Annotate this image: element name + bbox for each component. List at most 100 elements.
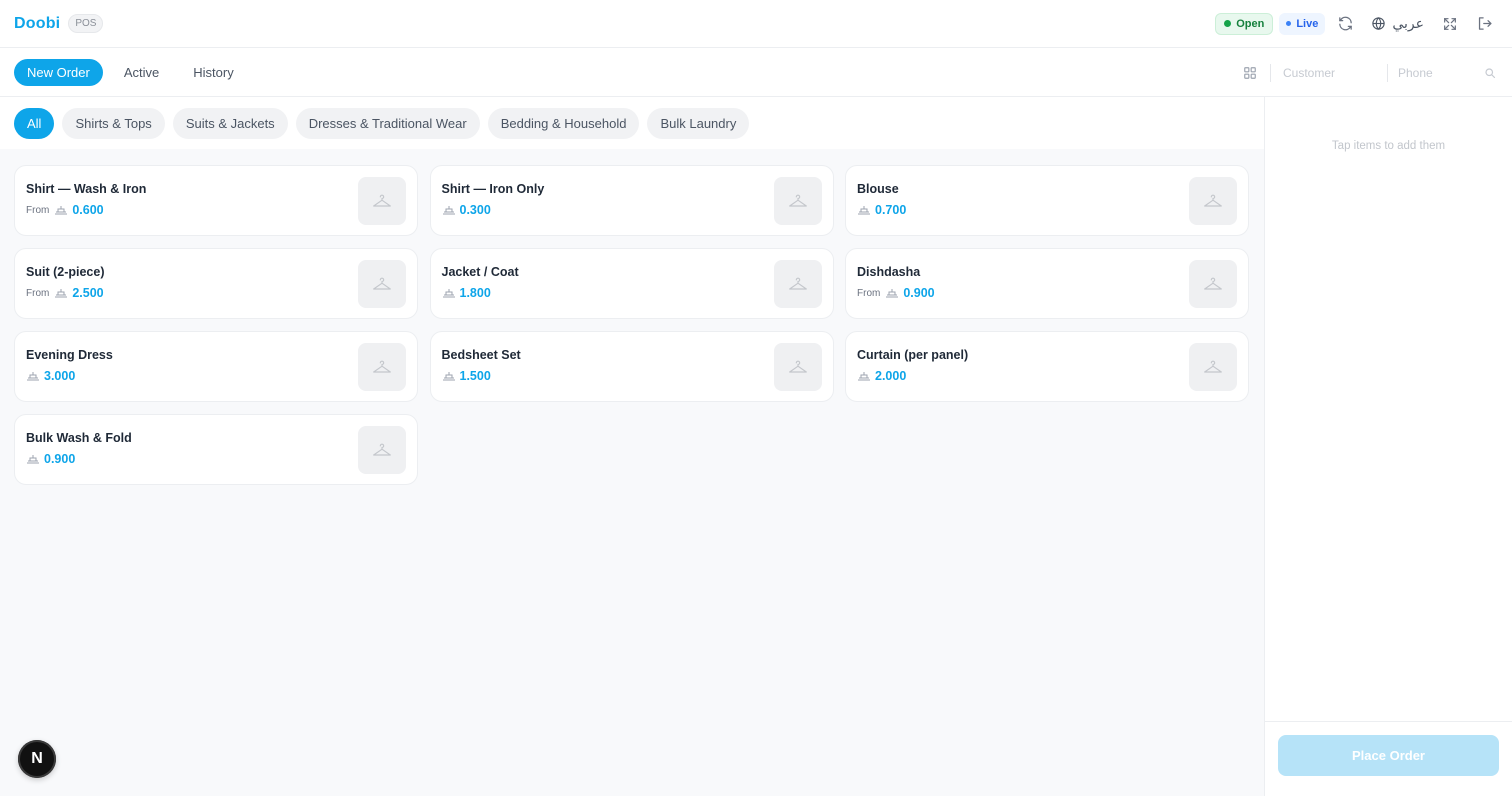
hanger-icon (788, 277, 807, 290)
item-name: Shirt — Iron Only (441, 182, 545, 196)
fullscreen-button[interactable] (1436, 10, 1464, 38)
open-dot-icon (1224, 20, 1232, 27)
price-from-label: From (857, 287, 881, 299)
customer-input[interactable] (1277, 59, 1381, 86)
item-card[interactable]: Blouse 0.700 (845, 165, 1249, 236)
logout-icon (1478, 17, 1492, 30)
currency-icon (26, 371, 40, 381)
phone-input[interactable] (1394, 59, 1484, 86)
refresh-button[interactable] (1331, 10, 1359, 38)
tab-history[interactable]: History (180, 59, 246, 86)
divider (1387, 63, 1388, 82)
item-price: 0.600 (72, 203, 104, 217)
hanger-icon (373, 194, 391, 207)
item-name: Suit (2-piece) (26, 265, 105, 279)
category-chip-shirts-tops[interactable]: Shirts & Tops (62, 107, 165, 139)
divider (1270, 63, 1271, 82)
fullscreen-icon (1444, 17, 1456, 30)
tabs-bar: New Order Active History (0, 48, 1512, 97)
category-chip-bulk-laundry[interactable]: Bulk Laundry (647, 107, 750, 139)
hanger-icon (788, 194, 807, 207)
item-card[interactable]: Shirt — Iron Only 0.300 (429, 165, 834, 236)
currency-icon (442, 288, 456, 298)
item-thumbnail (1189, 343, 1237, 391)
item-card[interactable]: Evening Dress 3.000 (14, 331, 418, 402)
price-from-label: From (26, 287, 50, 299)
logout-button[interactable] (1470, 10, 1498, 38)
item-card[interactable]: Bulk Wash & Fold 0.900 (14, 414, 418, 485)
item-thumbnail (358, 260, 406, 308)
currency-icon (857, 205, 871, 215)
items-grid: Shirt — Wash & Iron From 0.600 Shirt — I… (14, 165, 1249, 485)
currency-icon (54, 205, 68, 215)
currency-icon (442, 205, 456, 215)
item-card[interactable]: Bedsheet Set 1.500 (429, 331, 834, 402)
category-chip-suits-jackets[interactable]: Suits & Jackets (172, 107, 288, 139)
item-price-row: From 0.900 (857, 286, 935, 300)
item-price-row: 0.700 (857, 203, 906, 217)
item-price-row: 0.900 (26, 452, 75, 466)
tab-new-order[interactable]: New Order (14, 58, 103, 86)
item-price: 0.700 (875, 203, 907, 217)
tab-active[interactable]: Active (111, 59, 172, 86)
item-thumbnail (773, 260, 822, 308)
globe-icon (1372, 17, 1386, 30)
hanger-icon (373, 443, 391, 456)
hanger-icon (1204, 360, 1222, 373)
currency-icon (857, 371, 871, 381)
item-name: Jacket / Coat (441, 265, 519, 279)
currency-icon (54, 288, 68, 298)
item-card[interactable]: Dishdasha From 0.900 (845, 248, 1249, 319)
hanger-icon (373, 360, 391, 373)
item-name: Blouse (857, 182, 899, 196)
hanger-icon (1204, 194, 1222, 207)
item-name: Bulk Wash & Fold (26, 431, 132, 445)
item-card[interactable]: Curtain (per panel) 2.000 (845, 331, 1249, 402)
item-thumbnail (773, 343, 822, 391)
category-chip-dresses-traditional[interactable]: Dresses & Traditional Wear (295, 107, 480, 139)
item-card[interactable]: Shirt — Wash & Iron From 0.600 (14, 165, 418, 236)
item-price: 2.000 (875, 369, 907, 383)
item-price: 0.300 (459, 203, 491, 217)
open-status-badge: Open (1215, 12, 1274, 35)
item-price: 1.500 (459, 369, 491, 383)
hanger-icon (373, 277, 391, 290)
currency-icon (885, 288, 899, 298)
item-card[interactable]: Jacket / Coat 1.800 (429, 248, 834, 319)
item-thumbnail (1189, 260, 1237, 308)
category-filter-bar: All Shirts & Tops Suits & Jackets Dresse… (0, 97, 1264, 149)
item-thumbnail (1189, 177, 1237, 225)
category-chip-bedding-household[interactable]: Bedding & Household (487, 107, 640, 139)
currency-icon (26, 454, 40, 464)
item-thumbnail (358, 343, 406, 391)
item-price-row: 1.500 (442, 369, 491, 383)
refresh-icon (1339, 16, 1352, 31)
item-thumbnail (358, 426, 406, 474)
header-actions: Open Live عربي (1215, 10, 1498, 38)
currency-icon (442, 371, 456, 381)
item-card[interactable]: Suit (2-piece) From 2.500 (14, 248, 418, 319)
grid-view-button[interactable] (1236, 59, 1264, 87)
search-icon[interactable] (1484, 67, 1500, 79)
place-order-button[interactable]: Place Order (1278, 735, 1499, 776)
language-switcher[interactable]: عربي (1365, 15, 1430, 32)
item-price: 0.900 (903, 286, 935, 300)
item-thumbnail (773, 177, 822, 225)
item-price-row: From 0.600 (26, 203, 104, 217)
next-dev-badge[interactable]: N (18, 740, 56, 778)
category-chip-all[interactable]: All (14, 107, 55, 139)
item-price: 1.800 (459, 286, 491, 300)
item-price: 3.000 (44, 369, 76, 383)
top-bar: Doobi POS Open Live عربي (0, 0, 1512, 48)
cart-panel: Tap items to add them Place Order (1264, 97, 1512, 796)
item-price-row: 0.300 (442, 203, 491, 217)
item-name: Evening Dress (26, 348, 113, 362)
app-title[interactable]: Doobi (14, 15, 60, 33)
hanger-icon (788, 360, 807, 373)
live-status-badge: Live (1279, 12, 1326, 35)
item-price-row: 3.000 (26, 369, 75, 383)
item-price-row: 1.800 (442, 286, 491, 300)
item-price: 2.500 (72, 286, 104, 300)
pos-badge: POS (68, 14, 104, 33)
item-name: Bedsheet Set (441, 348, 521, 362)
